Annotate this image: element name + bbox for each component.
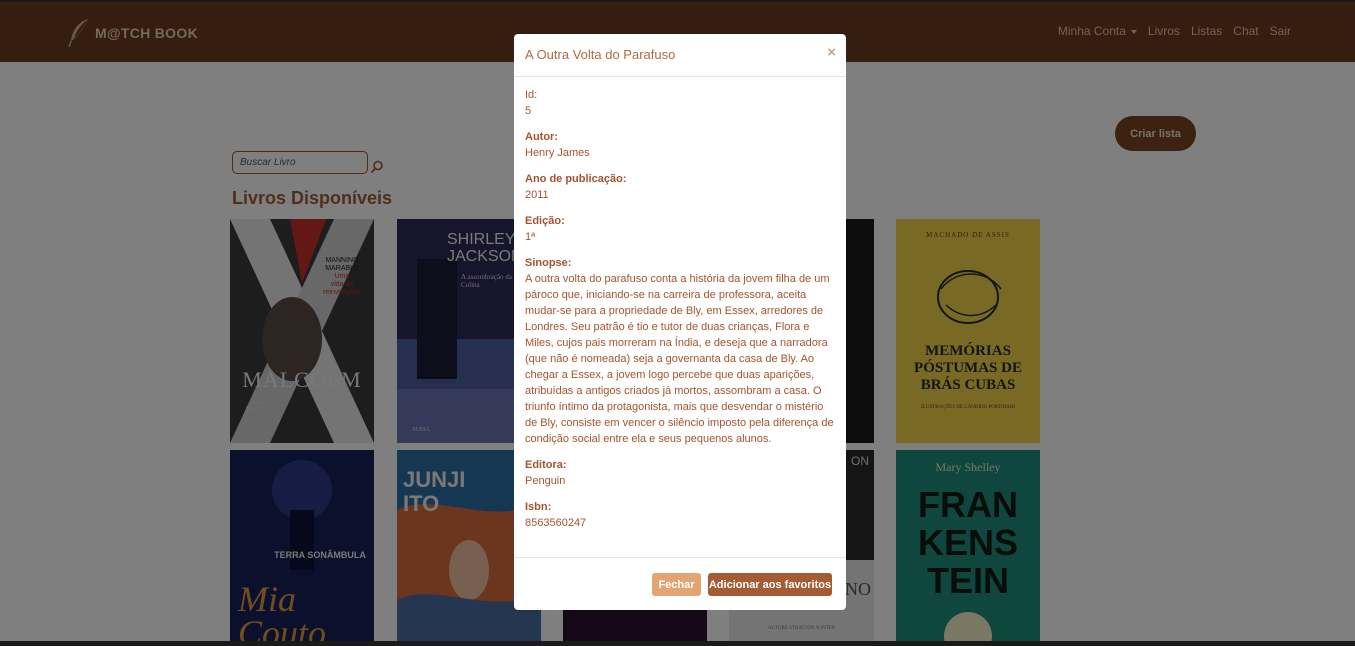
field-edition: Edição: 1ª <box>525 213 835 245</box>
field-author-value: Henry James <box>525 147 590 159</box>
modal-body: Id: 5 Autor: Henry James Ano de publicaç… <box>514 77 846 531</box>
field-publisher-label: Editora: <box>525 459 567 471</box>
field-year-label: Ano de publicação: <box>525 173 627 185</box>
field-synopsis: Sinopse: A outra volta do parafuso conta… <box>525 255 835 447</box>
field-publisher: Editora: Penguin <box>525 457 835 489</box>
field-id-value: 5 <box>525 105 532 117</box>
window-bottom-border <box>0 641 1355 646</box>
window-top-border <box>0 0 1355 2</box>
field-id: Id: 5 <box>525 87 835 119</box>
field-edition-value: 1ª <box>525 231 536 243</box>
field-isbn-label: Isbn: <box>525 501 552 513</box>
field-isbn: Isbn: 8563560247 <box>525 499 835 531</box>
modal-footer: Fechar Adicionar aos favoritos <box>514 557 846 610</box>
book-details-modal: A Outra Volta do Parafuso × Id: 5 Autor:… <box>514 34 846 610</box>
field-publisher-value: Penguin <box>525 475 566 487</box>
close-button[interactable]: Fechar <box>652 573 701 596</box>
field-synopsis-label: Sinopse: <box>525 257 572 269</box>
add-to-favorites-button[interactable]: Adicionar aos favoritos <box>708 573 832 596</box>
field-isbn-value: 8563560247 <box>525 517 587 529</box>
field-year: Ano de publicação: 2011 <box>525 171 835 203</box>
field-synopsis-value: A outra volta do parafuso conta a histór… <box>525 273 834 445</box>
field-author-label: Autor: <box>525 131 558 143</box>
modal-title: A Outra Volta do Parafuso <box>525 47 676 62</box>
field-edition-label: Edição: <box>525 215 565 227</box>
close-icon[interactable]: × <box>827 44 836 61</box>
modal-header: A Outra Volta do Parafuso × <box>514 34 846 77</box>
field-id-label: Id: <box>525 89 538 101</box>
field-year-value: 2011 <box>525 189 549 201</box>
field-author: Autor: Henry James <box>525 129 835 161</box>
